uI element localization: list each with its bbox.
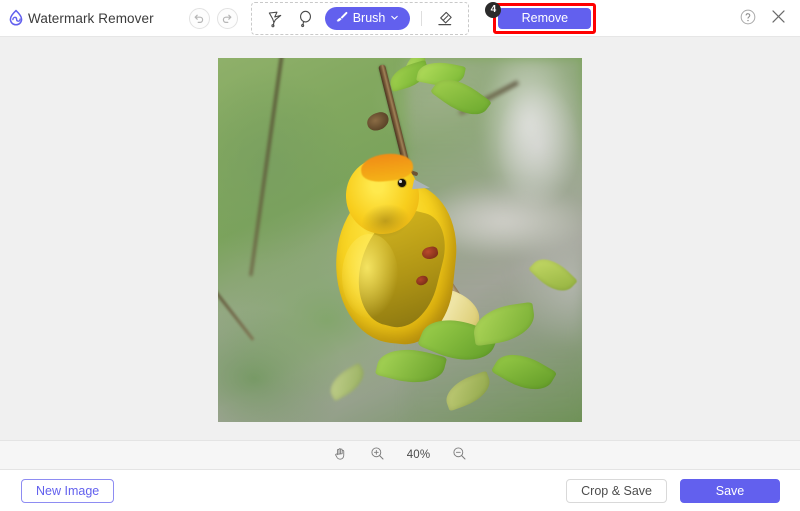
eraser-tool-button[interactable]: [429, 6, 459, 30]
close-button[interactable]: [769, 7, 788, 29]
zoom-in-button[interactable]: [368, 445, 388, 465]
brush-tool-button[interactable]: Brush: [325, 7, 411, 30]
eraser-icon: [435, 9, 454, 28]
polygonal-lasso-tool-button[interactable]: [261, 6, 291, 30]
polygonal-lasso-icon: [266, 9, 285, 28]
close-x-icon: [769, 7, 788, 29]
photo-leaf: [324, 363, 370, 402]
crop-and-save-button[interactable]: Crop & Save: [566, 479, 667, 503]
hand-pan-icon: [333, 446, 348, 464]
tool-group: Brush: [251, 2, 470, 35]
undo-arrow-icon: [193, 12, 205, 24]
brush-icon: [334, 10, 348, 27]
tool-divider: [421, 11, 422, 26]
zoom-level-label: 40%: [405, 449, 433, 461]
chevron-down-icon: [390, 11, 399, 25]
bird-eye: [398, 179, 406, 187]
remove-button-highlight: Remove: [493, 3, 596, 34]
header-right-controls: [739, 7, 788, 29]
watermark-remover-window: Watermark Remover: [0, 0, 800, 511]
brand: Watermark Remover: [6, 8, 154, 28]
image-canvas-area[interactable]: [0, 37, 800, 440]
zoom-out-icon: [452, 446, 467, 464]
footer-actions: New Image Crop & Save Save: [0, 470, 800, 511]
photo-background-stem: [218, 270, 255, 341]
app-title: Watermark Remover: [28, 11, 154, 26]
question-mark-circle-icon: [739, 8, 757, 29]
app-header: Watermark Remover: [0, 0, 800, 37]
step-badge: 4: [485, 2, 501, 18]
redo-button[interactable]: [217, 8, 238, 29]
image-preview[interactable]: [218, 58, 582, 422]
pan-tool-button[interactable]: [331, 445, 351, 465]
footer-right-actions: Crop & Save Save: [566, 479, 780, 503]
photo-branch-knot: [365, 110, 391, 133]
bird-breast: [342, 234, 397, 318]
remove-action-group: 4 Remove: [486, 3, 596, 34]
undo-button[interactable]: [189, 8, 210, 29]
save-button[interactable]: Save: [680, 479, 780, 503]
zoom-out-button[interactable]: [450, 445, 470, 465]
brush-tool-label: Brush: [353, 12, 386, 25]
remove-button[interactable]: Remove: [498, 8, 591, 29]
zoom-toolbar: 40%: [0, 440, 800, 470]
photo-background-stem: [250, 58, 284, 276]
new-image-button[interactable]: New Image: [21, 479, 114, 503]
bird-photo: [218, 58, 582, 422]
watermark-droplet-logo-icon: [6, 8, 26, 28]
help-button[interactable]: [739, 8, 757, 29]
zoom-in-icon: [370, 446, 385, 464]
lasso-tool-button[interactable]: [291, 6, 321, 30]
lasso-icon: [296, 9, 315, 28]
history-controls: [189, 8, 238, 29]
redo-arrow-icon: [221, 12, 233, 24]
